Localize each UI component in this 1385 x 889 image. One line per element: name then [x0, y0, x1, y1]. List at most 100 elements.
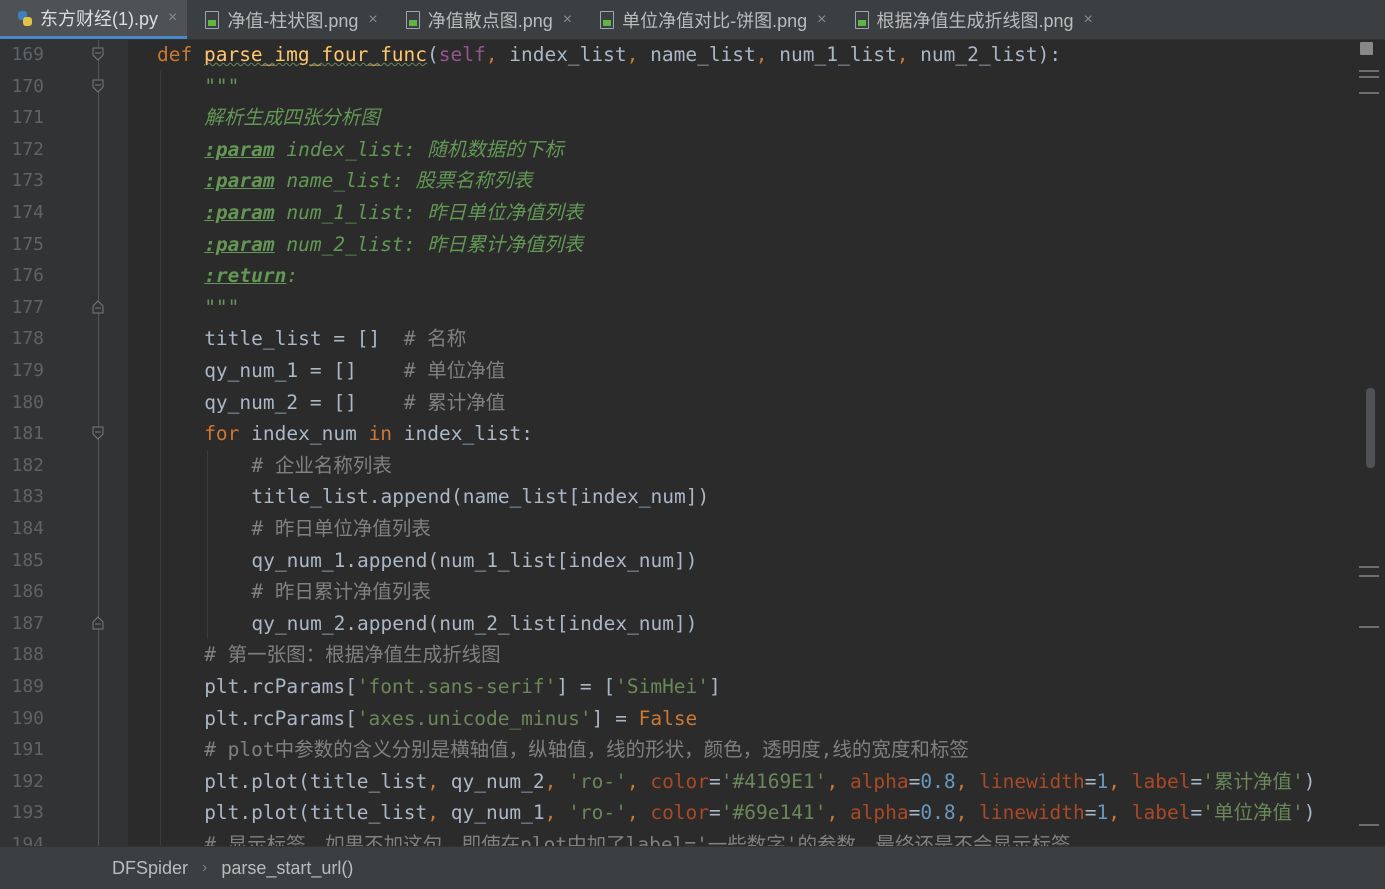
code-text[interactable]: def parse_img_four_func(self, index_list… [157, 40, 1061, 71]
code-token: # 昨日累计净值列表 [251, 580, 431, 604]
code-token: num_2_list [920, 43, 1038, 66]
indent-guide [160, 671, 161, 703]
indent-guide [160, 386, 161, 419]
stripe-marker[interactable] [1359, 92, 1379, 94]
code-text[interactable]: :param num_2_list: 昨日累计净值列表 [204, 229, 583, 261]
code-text[interactable]: :param name_list: 股票名称列表 [204, 165, 532, 197]
code-token: , [896, 43, 921, 66]
code-text[interactable]: """ [204, 292, 239, 324]
code-token: 'SimHei' [615, 675, 710, 698]
code-token: , [427, 801, 451, 825]
code-text[interactable]: # 企业名称列表 [251, 450, 391, 482]
tab-4[interactable]: 根据净值生成折线图.png × [837, 0, 1103, 39]
code-token: for [204, 422, 252, 446]
stripe-marker[interactable] [1359, 626, 1379, 628]
code-token: , [544, 769, 569, 793]
code-text[interactable]: :param num_1_list: 昨日单位净值列表 [204, 197, 583, 229]
indent-guide [207, 513, 209, 545]
code-token: name_list: [274, 169, 416, 193]
code-text[interactable]: # 显示标签，如果不加这句，即使在plot中加了label='一些数字'的参数，… [204, 829, 1070, 846]
error-stripe[interactable] [1356, 40, 1385, 846]
fold-open-icon[interactable] [92, 79, 104, 93]
line-number: 172 [11, 138, 44, 160]
code-token: = [709, 769, 721, 793]
line-number: 189 [11, 676, 44, 697]
stripe-marker[interactable] [1359, 824, 1379, 826]
line-number: 177 [11, 296, 44, 318]
code-token: alpha [849, 769, 909, 793]
indent-guide [160, 765, 161, 798]
code-text[interactable]: qy_num_1 = [] # 单位净值 [204, 355, 505, 387]
code-text[interactable]: for index_num in index_list: [204, 418, 533, 450]
code-token: qy_num_2 = [] [204, 390, 404, 414]
code-token: qy_num_2 [450, 769, 545, 793]
code-token: = [1084, 769, 1097, 793]
code-text[interactable]: plt.rcParams['axes.unicode_minus'] = Fal… [204, 703, 697, 735]
tab-3[interactable]: 单位净值对比-饼图.png × [582, 0, 836, 39]
tab-label: 东方财经(1).py [40, 9, 159, 29]
line-number: 169 [11, 44, 44, 65]
code-token: # 单位净值 [403, 359, 506, 382]
code-token: title_list.append(name_list[index_num]) [251, 485, 710, 509]
line-number: 173 [11, 170, 44, 192]
tab-1[interactable]: 净值-柱状图.png × [187, 0, 387, 39]
code-token: 1 [1096, 801, 1109, 825]
inspection-widget-icon[interactable] [1360, 42, 1373, 55]
code-text[interactable]: qy_num_1.append(num_1_list[index_num]) [251, 545, 697, 577]
code-text[interactable]: """ [204, 71, 239, 103]
close-icon[interactable]: × [817, 11, 826, 29]
code-text[interactable]: # plot中参数的含义分别是横轴值，纵轴值，线的形状，颜色，透明度,线的宽度和… [204, 734, 969, 766]
code-editor[interactable]: 169 def parse_img_four_func(self, index_l… [0, 40, 1385, 846]
code-token: alpha [849, 801, 909, 825]
code-text[interactable]: :return: [204, 260, 298, 292]
code-text[interactable]: :param index_list: 随机数据的下标 [204, 134, 564, 166]
code-text[interactable]: plt.rcParams['font.sans-serif'] = ['SimH… [204, 671, 721, 703]
fold-end-icon[interactable] [92, 616, 104, 630]
vertical-scrollbar-thumb[interactable] [1366, 388, 1375, 468]
close-icon[interactable]: × [1084, 11, 1093, 29]
code-token: color [650, 801, 710, 825]
code-token: ] = [591, 706, 639, 730]
breadcrumb-item-class[interactable]: DFSpider [112, 858, 188, 879]
code-text[interactable]: # 昨日单位净值列表 [251, 513, 430, 545]
code-text[interactable]: qy_num_2 = [] # 累计净值 [204, 387, 505, 419]
code-text[interactable]: qy_num_2.append(num_2_list[index_num]) [251, 608, 697, 640]
stripe-marker[interactable] [1359, 575, 1379, 577]
fold-open-icon[interactable] [92, 426, 104, 440]
fold-open-icon[interactable] [92, 47, 104, 61]
code-text[interactable]: title_list.append(name_list[index_num]) [251, 481, 709, 513]
code-token: = [1084, 801, 1097, 825]
code-text[interactable]: plt.plot(title_list, qy_num_2, 'ro-', co… [204, 766, 1315, 798]
close-icon[interactable]: × [563, 11, 572, 29]
code-line: 169 def parse_img_four_func(self, index_l… [0, 40, 1356, 71]
stripe-marker[interactable] [1359, 566, 1379, 568]
code-text[interactable]: # 第一张图：根据净值生成折线图 [204, 639, 500, 671]
code-line: 192 plt.plot(title_list, qy_num_2, 'ro-',… [0, 765, 1356, 798]
indent-guide [160, 513, 161, 545]
code-token: , [955, 801, 980, 825]
tab-2[interactable]: 净值散点图.png × [388, 0, 582, 39]
close-icon[interactable]: × [368, 11, 377, 29]
indent-guide [160, 418, 161, 450]
line-number: 171 [11, 107, 44, 129]
indent-guide [160, 481, 161, 513]
code-token: # 显示标签，如果不加这句，即使在plot中加了label='一些数字'的参数，… [204, 833, 1071, 846]
code-text[interactable]: # 昨日累计净值列表 [251, 576, 430, 608]
code-token: 0.8 [920, 801, 956, 825]
breadcrumb-item-method[interactable]: parse_start_url() [221, 858, 353, 879]
code-text[interactable]: title_list = [] # 名称 [204, 323, 466, 355]
code-text[interactable]: plt.plot(title_list, qy_num_1, 'ro-', co… [204, 797, 1315, 829]
code-token: # 企业名称列表 [251, 453, 392, 477]
stripe-marker[interactable] [1359, 70, 1379, 72]
code-token: ] [709, 675, 721, 698]
stripe-marker[interactable] [1359, 76, 1379, 78]
tab-0[interactable]: 东方财经(1).py × [0, 0, 188, 39]
code-token: parse_img_four_func [203, 43, 428, 66]
code-token: :param [204, 201, 275, 224]
code-text[interactable]: 解析生成四张分析图 [204, 102, 380, 134]
fold-end-icon[interactable] [92, 300, 104, 314]
indent-guide [160, 449, 161, 482]
code-token: '#4169E1' [720, 769, 827, 793]
close-icon[interactable]: × [168, 9, 177, 27]
code-token: = [908, 801, 921, 825]
